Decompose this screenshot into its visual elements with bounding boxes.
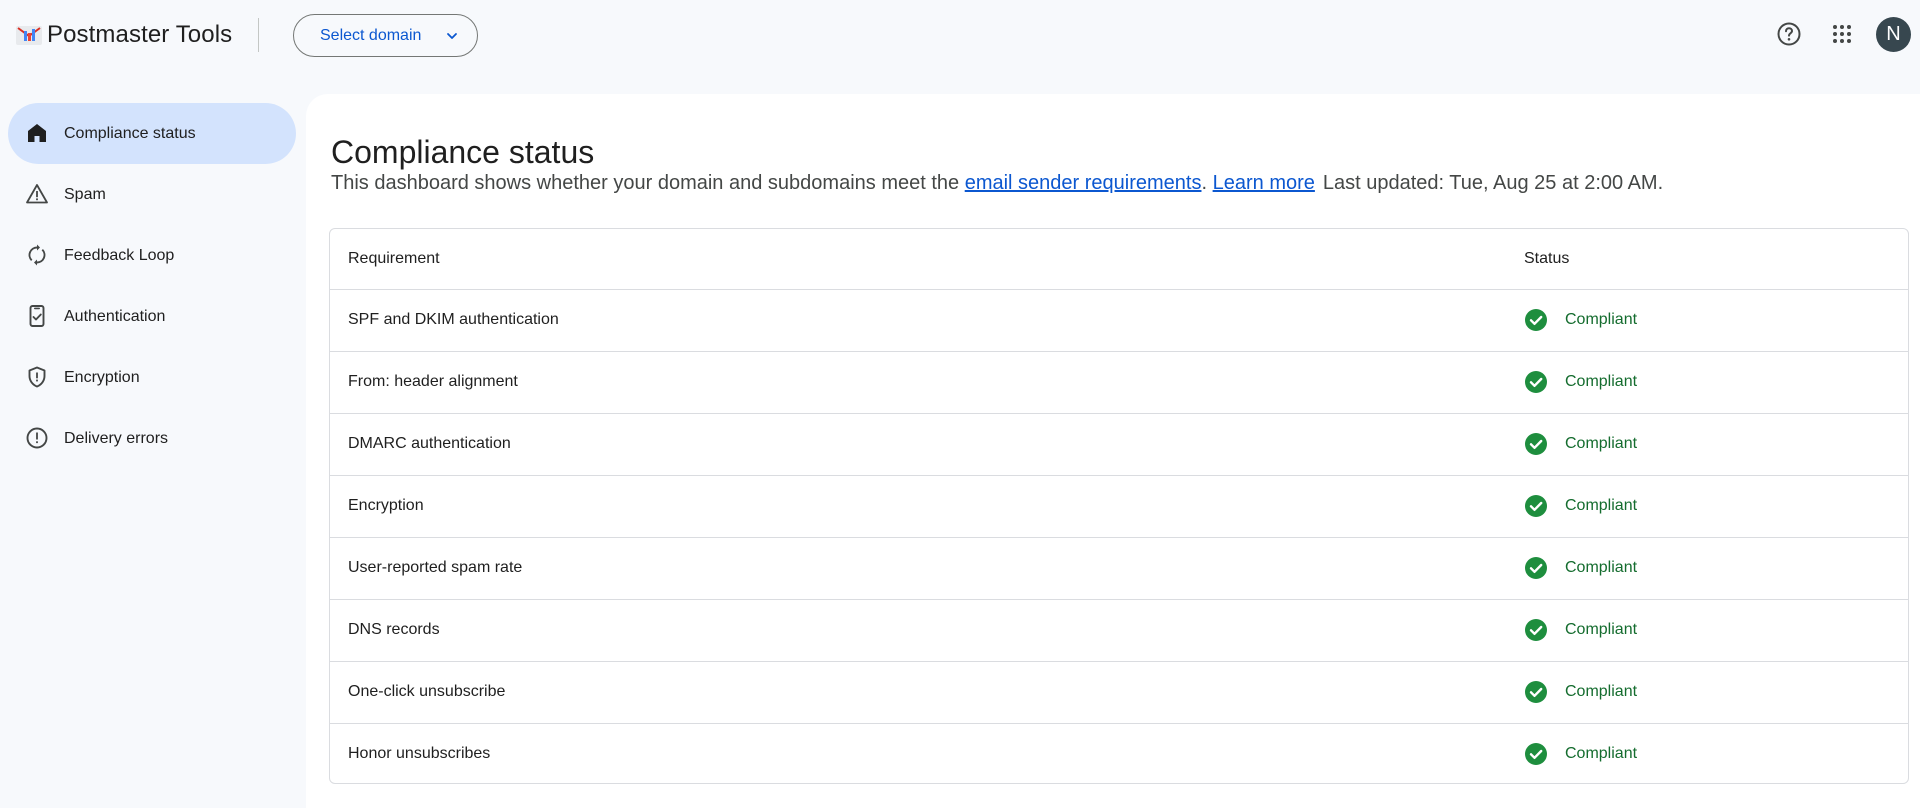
check-circle-icon (1525, 557, 1547, 579)
status-badge: Compliant (1565, 621, 1638, 638)
requirement-cell: User-reported spam rate (330, 537, 1524, 600)
sidebar-item-label: Authentication (64, 307, 166, 325)
app-logo[interactable]: Postmaster Tools (15, 20, 232, 50)
help-icon[interactable] (1776, 21, 1802, 47)
table-body: SPF and DKIM authentication Compliant From… (330, 289, 1908, 783)
sidebar-item-label: Feedback Loop (64, 246, 175, 264)
table-header-row: Requirement Status (330, 229, 1908, 290)
last-updated-text: Last updated: Tue, Aug 25 at 2:00 AM. (1322, 172, 1664, 194)
status-cell: Compliant (1524, 413, 1908, 476)
sidebar-item-compliance-status[interactable]: Compliance status (8, 103, 296, 164)
status-cell: Compliant (1524, 289, 1908, 352)
check-circle-icon (1525, 681, 1547, 703)
requirement-cell: DNS records (330, 599, 1524, 662)
learn-more-link[interactable]: Learn more (1213, 172, 1315, 194)
check-circle-icon (1525, 371, 1547, 393)
header-divider (258, 18, 259, 52)
column-header-requirement: Requirement (330, 229, 1524, 290)
status-cell: Compliant (1524, 599, 1908, 662)
page-title: Compliance status (331, 134, 595, 170)
status-badge: Compliant (1565, 311, 1638, 328)
sidebar-item-encryption[interactable]: Encryption (8, 347, 296, 408)
check-circle-icon (1525, 495, 1547, 517)
check-circle-icon (1525, 743, 1547, 766)
sidebar-item-delivery-errors[interactable]: Delivery errors (8, 408, 296, 469)
home-icon (28, 124, 46, 142)
app-title: Postmaster Tools (47, 21, 233, 48)
status-cell: Compliant (1524, 661, 1908, 724)
column-header-status: Status (1524, 229, 1908, 290)
sidebar-item-label: Encryption (64, 368, 140, 386)
table-row: DNS records Compliant (330, 599, 1908, 662)
sidebar-item-spam[interactable]: Spam (8, 164, 296, 225)
avatar[interactable]: N (1876, 17, 1911, 52)
status-cell: Compliant (1524, 351, 1908, 414)
shield-icon (28, 366, 46, 388)
sidebar-item-feedback-loop[interactable]: Feedback Loop (8, 225, 296, 286)
chevron-down-icon (447, 33, 457, 39)
status-cell: Compliant (1524, 475, 1908, 538)
status-badge: Compliant (1565, 559, 1638, 576)
domain-select-button[interactable]: Select domain (293, 14, 478, 57)
sidebar-item-label: Spam (64, 185, 106, 203)
requirement-cell: Honor unsubscribes (348, 745, 491, 763)
requirement-cell: DMARC authentication (330, 413, 1524, 476)
status-badge: Compliant (1565, 373, 1638, 390)
table-row: From: header alignment Compliant (330, 351, 1908, 414)
requirement-cell: One-click unsubscribe (330, 661, 1524, 724)
table-row: One-click unsubscribe Compliant (330, 661, 1908, 724)
table-row: SPF and DKIM authentication Compliant (330, 289, 1908, 352)
email-sender-requirements-link[interactable]: email sender requirements (965, 172, 1202, 194)
sidebar-nav: Compliance status Spam Feedback Loop Aut… (8, 103, 296, 469)
status-badge: Compliant (1565, 497, 1638, 514)
status-badge: Compliant (1565, 683, 1638, 700)
table-row: Honor unsubscribes Compliant (330, 723, 1908, 783)
top-bar: Postmaster Tools Select domain N (0, 0, 1920, 70)
table-row: DMARC authentication Compliant (330, 413, 1908, 476)
requirement-cell: SPF and DKIM authentication (330, 289, 1524, 352)
status-badge: Compliant (1565, 745, 1638, 763)
requirement-cell: From: header alignment (330, 351, 1524, 414)
status-badge: Compliant (1565, 435, 1638, 452)
page-description: This dashboard shows whether your domain… (331, 172, 1663, 195)
status-cell: Compliant (1524, 537, 1908, 600)
phone-check-icon (29, 305, 45, 327)
sidebar-item-authentication[interactable]: Authentication (8, 286, 296, 347)
description-text: This dashboard shows whether your domain… (331, 172, 965, 194)
check-circle-icon (1525, 433, 1547, 455)
sidebar-item-label: Compliance status (64, 124, 196, 142)
postmaster-logo-icon (16, 26, 42, 45)
table-row: User-reported spam rate Compliant (330, 537, 1908, 600)
check-circle-icon (1525, 309, 1547, 331)
compliance-table: Requirement Status SPF and DKIM authenti… (329, 228, 1909, 784)
status-cell: Compliant (1524, 723, 1908, 783)
description-period: . (1201, 172, 1208, 194)
error-circle-icon (26, 427, 48, 449)
sidebar-item-label: Delivery errors (64, 429, 169, 447)
domain-select-label: Select domain (320, 26, 422, 44)
main-panel: Compliance status This dashboard shows w… (306, 94, 1920, 808)
table-row: Encryption Compliant (330, 475, 1908, 538)
requirement-cell: Encryption (330, 475, 1524, 538)
check-circle-icon (1525, 619, 1547, 641)
sync-icon (28, 244, 46, 266)
apps-grid-icon[interactable] (1832, 24, 1852, 44)
warning-icon (26, 184, 48, 204)
